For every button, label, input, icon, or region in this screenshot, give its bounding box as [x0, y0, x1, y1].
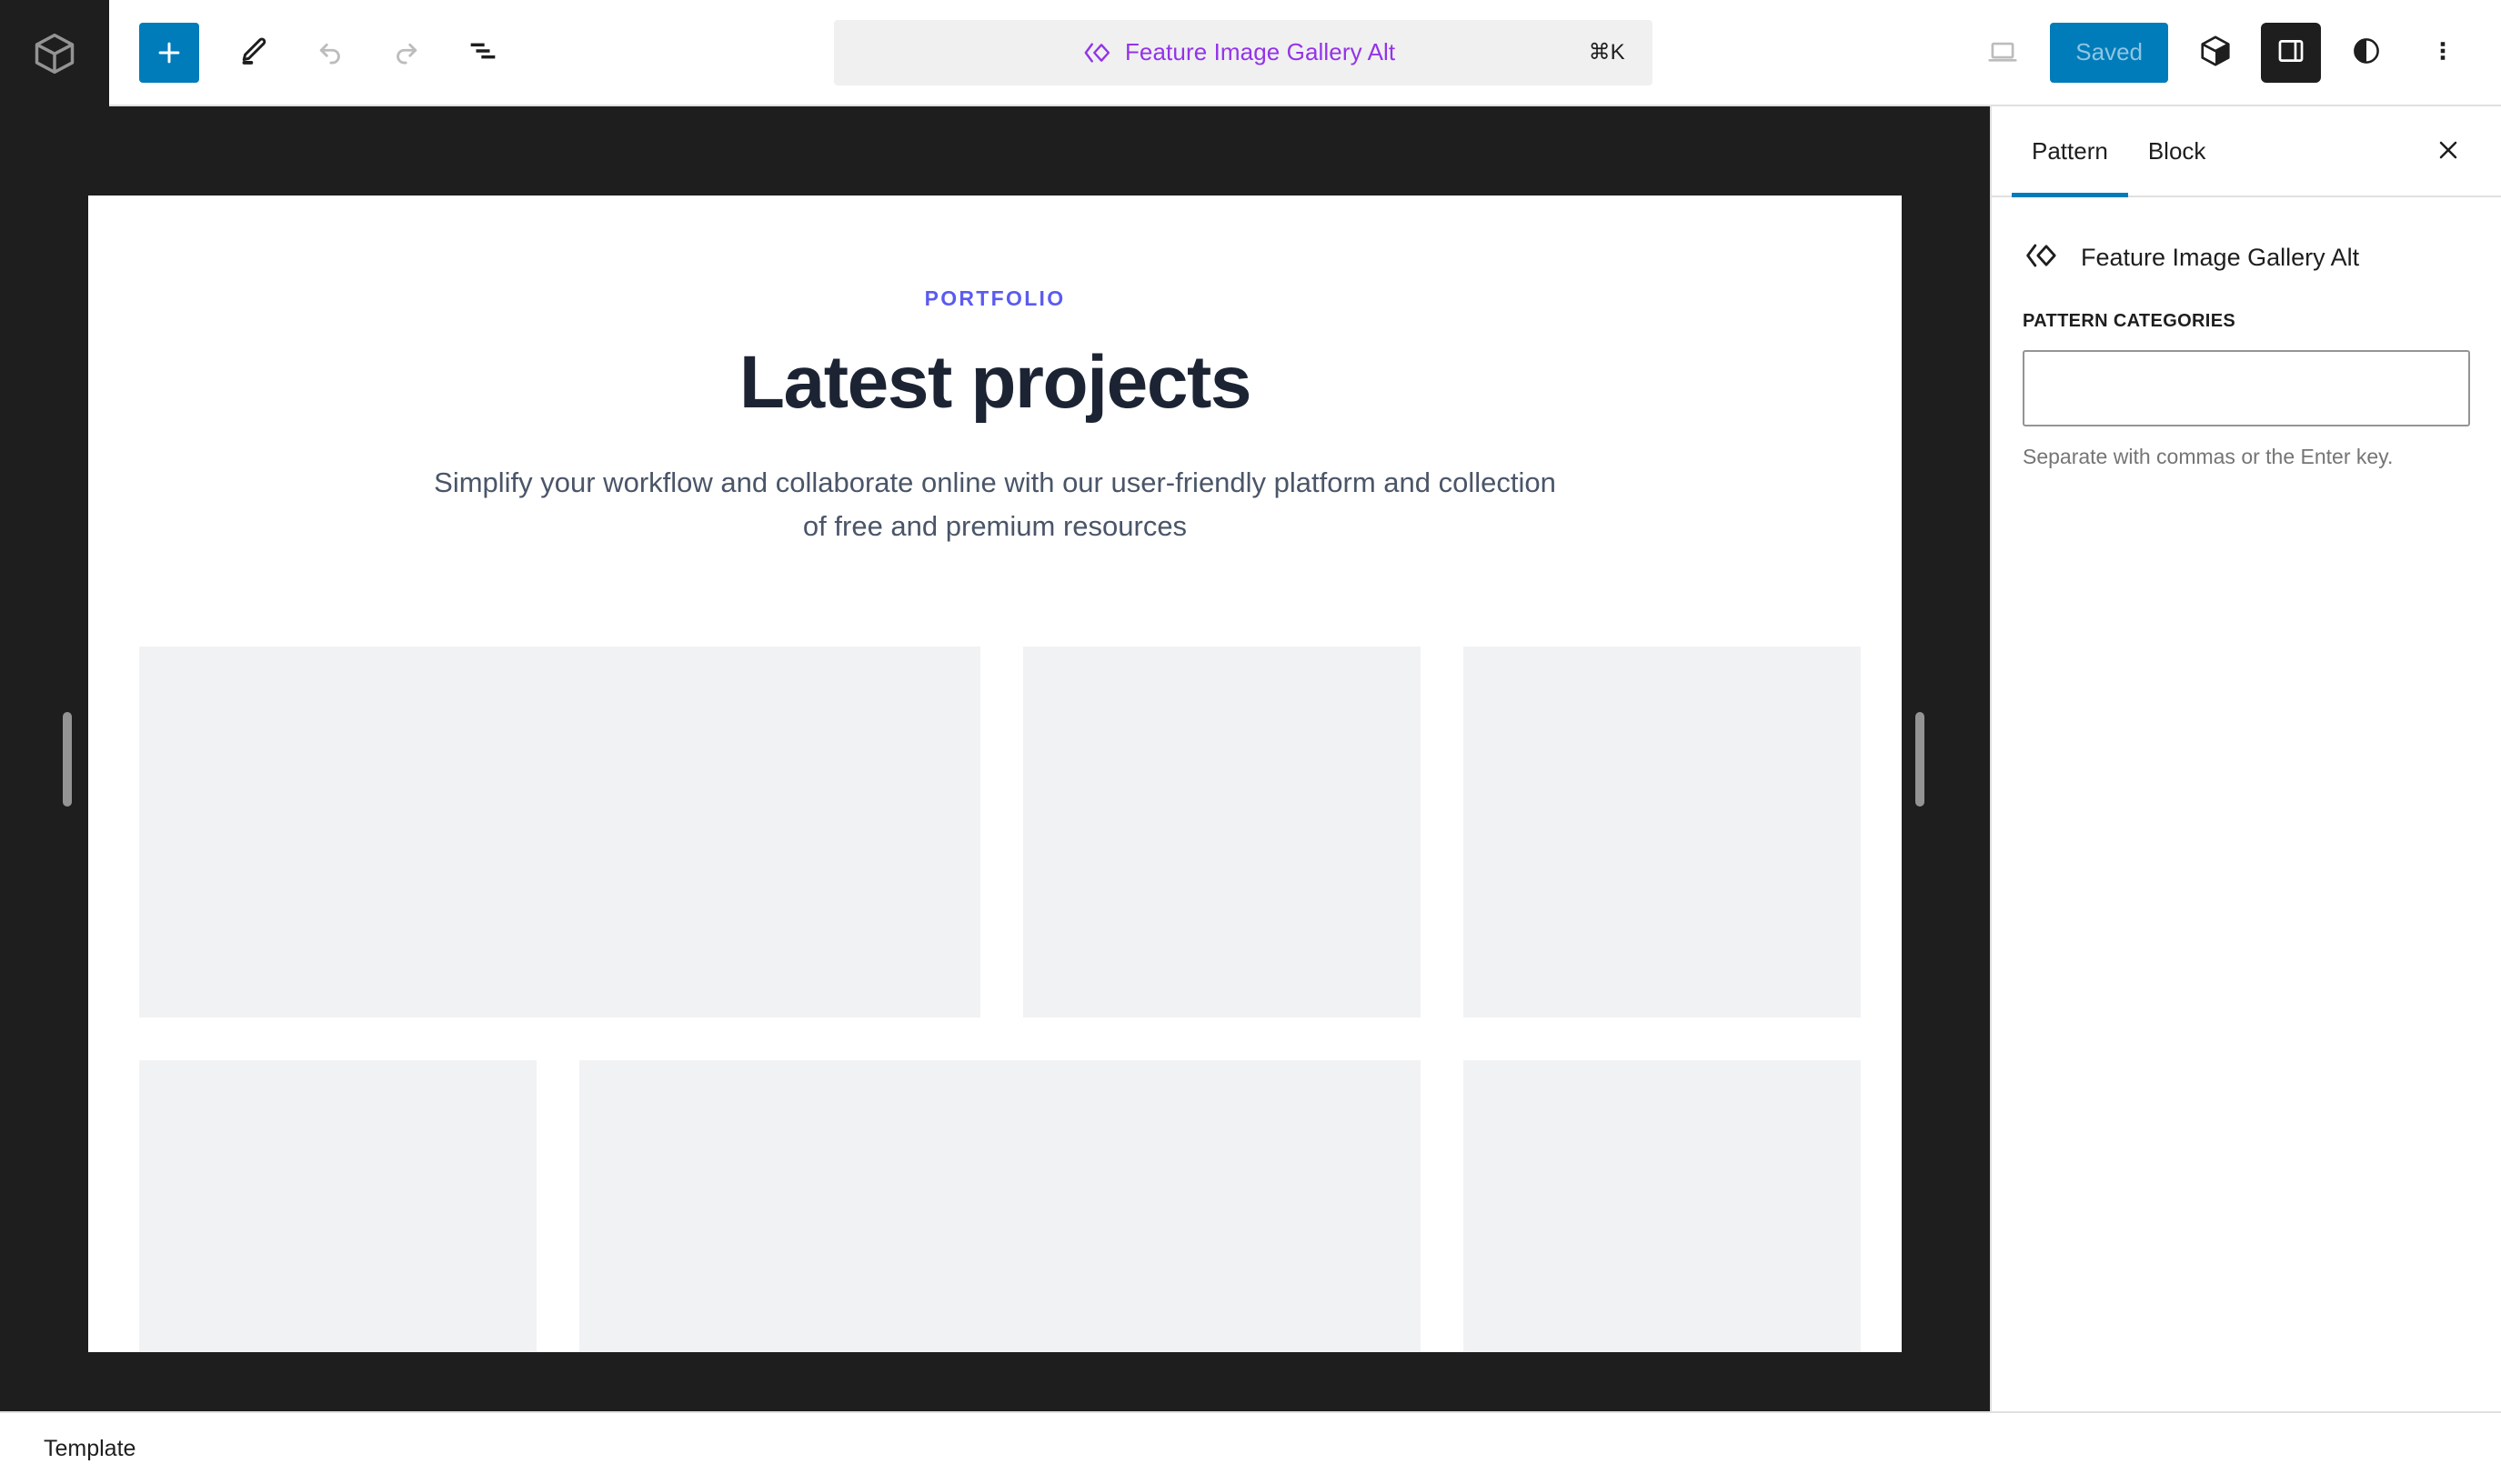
undo-arrow-icon: [314, 35, 347, 70]
image-placeholder-5[interactable]: [579, 1060, 1421, 1352]
pattern-chevron-diamond-icon: [1081, 37, 1112, 68]
pattern-identity: Feature Image Gallery Alt: [1992, 197, 2501, 278]
list-view-button[interactable]: [445, 15, 521, 91]
tab-pattern[interactable]: Pattern: [2012, 106, 2128, 197]
pattern-categories-input[interactable]: [2023, 350, 2470, 426]
editor-page-preview[interactable]: PORTFOLIO Latest projects Simplify your …: [88, 196, 1902, 1352]
site-hub-button[interactable]: [0, 0, 109, 106]
pattern-categories-help: Separate with commas or the Enter key.: [2023, 445, 2394, 468]
image-placeholder-6[interactable]: [1463, 1060, 1861, 1352]
command-bar-title: Feature Image Gallery Alt: [1124, 38, 1396, 65]
settings-sidebar-icon: [2275, 35, 2306, 69]
list-view-icon: [465, 33, 501, 72]
block-inserter-styles-button[interactable]: [2177, 15, 2254, 91]
block-cube-icon: [31, 30, 78, 77]
tab-spacer: [2225, 106, 2416, 196]
pattern-chevron-diamond-icon: [2023, 237, 2059, 278]
settings-sidebar: Pattern Block Feature Image Gallery Alt …: [1990, 106, 2501, 1411]
add-block-button[interactable]: [139, 22, 199, 83]
page-headline[interactable]: Latest projects: [139, 343, 1851, 423]
command-bar-button[interactable]: Feature Image Gallery Alt ⌘K: [833, 19, 1652, 85]
resize-handle-right[interactable]: [1915, 711, 1924, 807]
command-bar-label-group: Feature Image Gallery Alt: [889, 37, 1589, 68]
editor-header: Feature Image Gallery Alt ⌘K Saved: [0, 0, 2501, 106]
three-dots-vertical-icon: [2427, 35, 2458, 69]
close-icon: [2434, 135, 2463, 167]
redo-arrow-icon: [390, 35, 423, 70]
image-placeholder-4[interactable]: [139, 1060, 537, 1352]
header-center: Feature Image Gallery Alt ⌘K: [521, 0, 1964, 105]
editor-app: Feature Image Gallery Alt ⌘K Saved PORTF…: [0, 0, 2501, 1484]
edit-mode-button[interactable]: [216, 15, 292, 91]
resize-handle-left[interactable]: [63, 711, 72, 807]
gallery-row-1: [139, 647, 1861, 1018]
device-preview-button[interactable]: [1964, 15, 2041, 91]
desktop-preview-icon: [1985, 34, 2020, 71]
global-styles-button[interactable]: [2328, 15, 2405, 91]
plus-icon: [154, 37, 185, 68]
pattern-content: PORTFOLIO Latest projects Simplify your …: [88, 196, 1902, 1352]
breadcrumb[interactable]: Template: [44, 1436, 136, 1462]
settings-sidebar-toggle-button[interactable]: [2261, 22, 2321, 83]
pencil-icon: [237, 35, 270, 70]
primary-toolbar-left: [109, 0, 521, 105]
redo-button[interactable]: [368, 15, 445, 91]
pattern-title: Feature Image Gallery Alt: [2081, 244, 2360, 271]
gallery-row-2: [139, 1060, 1861, 1352]
command-bar-shortcut: ⌘K: [1588, 40, 1625, 65]
contrast-circle-icon: [2350, 35, 2383, 70]
pattern-categories-label: Pattern Categories: [2023, 311, 2236, 331]
styles-cube-icon: [2198, 34, 2233, 71]
image-gallery: [139, 647, 1861, 1352]
eyebrow-text[interactable]: PORTFOLIO: [139, 286, 1851, 311]
editor-options-button[interactable]: [2405, 15, 2481, 91]
pattern-categories-group: Pattern Categories Separate with commas …: [1992, 278, 2501, 469]
primary-toolbar-right: Saved: [1964, 0, 2501, 105]
save-button[interactable]: Saved: [2050, 22, 2168, 83]
editor-canvas-region: PORTFOLIO Latest projects Simplify your …: [0, 106, 1990, 1411]
editor-body: PORTFOLIO Latest projects Simplify your …: [0, 106, 2501, 1411]
page-subcopy[interactable]: Simplify your workflow and collaborate o…: [422, 461, 1568, 548]
editor-footer: Template: [0, 1411, 2501, 1484]
image-placeholder-2[interactable]: [1023, 647, 1421, 1018]
sidebar-tab-bar: Pattern Block: [1992, 106, 2501, 197]
image-placeholder-1[interactable]: [139, 647, 980, 1018]
undo-button[interactable]: [292, 15, 368, 91]
close-sidebar-button[interactable]: [2416, 118, 2481, 184]
image-placeholder-3[interactable]: [1463, 647, 1861, 1018]
tab-block[interactable]: Block: [2128, 106, 2226, 196]
